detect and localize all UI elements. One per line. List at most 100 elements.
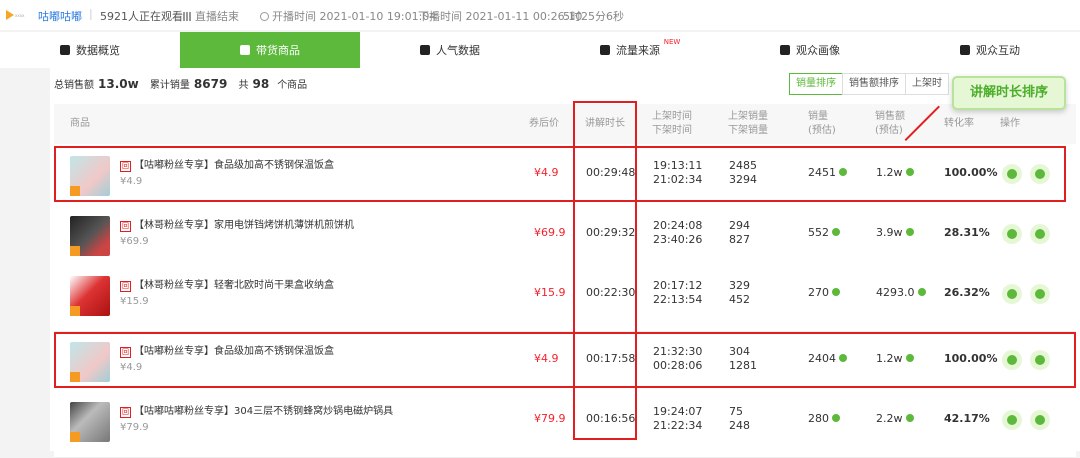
streamer-name[interactable]: 咕嘟咕嘟 bbox=[38, 8, 82, 24]
detail-icon[interactable] bbox=[1002, 224, 1022, 244]
conversion-rate: 28.31% bbox=[944, 226, 990, 239]
product-thumbnail[interactable] bbox=[70, 402, 110, 442]
sort-by-listing-time-button[interactable]: 上架时 bbox=[905, 73, 949, 95]
time-off: 22:13:54 bbox=[653, 293, 703, 306]
volume-off: 827 bbox=[729, 233, 750, 246]
volume-off: 452 bbox=[729, 293, 750, 306]
coupon-price: ¥4.9 bbox=[534, 166, 559, 179]
table-row: 回【咕嘟粉丝专享】食品级加高不锈钢保温饭盒 ¥4.9 ¥4.9 00:17:58 21:… bbox=[54, 332, 1076, 398]
header-volume-off: 下架销量 bbox=[728, 125, 768, 136]
separator: | bbox=[89, 7, 93, 20]
sales-amount-value: 1.2w bbox=[876, 166, 903, 179]
product-title-text: 【咕嘟粉丝专享】食品级加高不锈钢保温饭盒 bbox=[134, 346, 334, 357]
product-title[interactable]: 回【林哥粉丝专享】家用电饼铛烤饼机薄饼机煎饼机 bbox=[120, 216, 354, 232]
store-badge-icon: 回 bbox=[120, 281, 131, 292]
product-title[interactable]: 回【咕嘟粉丝专享】食品级加高不锈钢保温饭盒 bbox=[120, 156, 334, 172]
tab-popularity[interactable]: 人气数据 bbox=[360, 32, 540, 68]
table-row: 回【林哥粉丝专享】轻奢北欧时尚干果盒收纳盒 ¥15.9 ¥15.9 00:22:30 2… bbox=[54, 266, 1076, 332]
tab-audience-profile[interactable]: 观众画像 bbox=[720, 32, 900, 68]
coupon-price: ¥69.9 bbox=[534, 226, 566, 239]
explain-duration: 00:16:56 bbox=[586, 412, 636, 425]
product-thumbnail[interactable] bbox=[70, 342, 110, 382]
sales-summary: 总销售额 13.0w 累计销量 8679 共 98 个商品 bbox=[54, 76, 307, 91]
flow-icon bbox=[600, 45, 610, 55]
volume-on: 329 bbox=[729, 279, 750, 292]
time-on: 19:24:07 bbox=[653, 405, 703, 418]
tab-products[interactable]: 带货商品 bbox=[180, 32, 360, 68]
tab-overview[interactable]: 数据概览 bbox=[0, 32, 180, 68]
sales-value: 13.0w bbox=[98, 77, 139, 91]
detail-icon[interactable] bbox=[1002, 164, 1022, 184]
product-list-price: ¥69.9 bbox=[120, 236, 149, 247]
cart-icon[interactable] bbox=[1030, 224, 1050, 244]
sales-amount: 1.2w bbox=[876, 166, 914, 179]
header-time-on: 上架时间 bbox=[652, 111, 692, 122]
table-row: 回【林哥粉丝专享】家用电饼铛烤饼机薄饼机煎饼机 ¥69.9 ¥69.9 00:29:3… bbox=[54, 206, 1076, 272]
product-list-price: ¥4.9 bbox=[120, 176, 143, 187]
header-conversion: 转化率 bbox=[944, 118, 974, 129]
product-thumbnail[interactable] bbox=[70, 216, 110, 256]
live-status-label: 直播结束 bbox=[195, 10, 239, 23]
tab-audience-interaction[interactable]: 观众互动 bbox=[900, 32, 1080, 68]
header-volume-on: 上架销量 bbox=[728, 111, 768, 122]
volume-off: 248 bbox=[729, 419, 750, 432]
store-badge-icon: 回 bbox=[120, 221, 131, 232]
check-icon bbox=[832, 414, 840, 422]
live-status: 直播结束 bbox=[183, 8, 239, 24]
coupon-price: ¥4.9 bbox=[534, 352, 559, 365]
volume-on: 294 bbox=[729, 219, 750, 232]
end-time: 下播时间 2021-01-11 00:26:10 bbox=[418, 10, 583, 23]
product-thumbnail[interactable] bbox=[70, 276, 110, 316]
coupon-price: ¥15.9 bbox=[534, 286, 566, 299]
sort-by-explain-duration-callout[interactable]: 讲解时长排序 bbox=[952, 76, 1066, 110]
volume-on: 2485 bbox=[729, 159, 757, 172]
detail-icon[interactable] bbox=[1002, 410, 1022, 430]
check-icon bbox=[905, 354, 914, 362]
cart-icon[interactable] bbox=[1030, 350, 1050, 370]
product-thumbnail[interactable] bbox=[70, 156, 110, 196]
check-icon bbox=[832, 288, 840, 296]
sales-volume-value: 552 bbox=[808, 226, 829, 239]
header-sales-note: (预估) bbox=[808, 125, 836, 136]
tab-traffic[interactable]: 流量来源 NEW bbox=[540, 32, 720, 68]
volume-on: 304 bbox=[729, 345, 750, 358]
header-time-off: 下架时间 bbox=[652, 125, 692, 136]
sales-amount: 3.9w bbox=[876, 226, 914, 239]
hot-icon bbox=[70, 246, 80, 256]
cart-icon[interactable] bbox=[1030, 164, 1050, 184]
sort-by-amount-button[interactable]: 销售额排序 bbox=[842, 73, 906, 95]
product-title-text: 【咕嘟咕嘟粉丝专享】304三层不锈钢蜂窝炒锅电磁炉锅具 bbox=[134, 406, 394, 417]
detail-icon[interactable] bbox=[1002, 350, 1022, 370]
sort-buttons: 销量排序 销售额排序 上架时 bbox=[789, 73, 949, 95]
logo: xxxx bbox=[6, 10, 28, 20]
hot-icon bbox=[70, 186, 80, 196]
header-ops: 操作 bbox=[1000, 118, 1020, 129]
sort-by-volume-button[interactable]: 销量排序 bbox=[789, 73, 843, 95]
sales-volume-value: 2404 bbox=[808, 352, 836, 365]
sales-volume: 270 bbox=[808, 286, 840, 299]
product-title[interactable]: 回【咕嘟咕嘟粉丝专享】304三层不锈钢蜂窝炒锅电磁炉锅具 bbox=[120, 402, 393, 418]
cart-icon[interactable] bbox=[1030, 410, 1050, 430]
hot-icon bbox=[70, 372, 80, 382]
cart-icon[interactable] bbox=[1030, 284, 1050, 304]
product-title-text: 【咕嘟粉丝专享】食品级加高不锈钢保温饭盒 bbox=[134, 160, 334, 171]
interaction-icon bbox=[960, 45, 970, 55]
header-product: 商品 bbox=[70, 118, 90, 129]
product-title[interactable]: 回【咕嘟粉丝专享】食品级加高不锈钢保温饭盒 bbox=[120, 342, 334, 358]
sales-amount: 4293.0 bbox=[876, 286, 926, 299]
time-on: 20:17:12 bbox=[653, 279, 703, 292]
sales-amount-value: 3.9w bbox=[876, 226, 903, 239]
viewer-count: 5921人正在观看 bbox=[100, 10, 183, 23]
volume-off: 3294 bbox=[729, 173, 757, 186]
volume-value: 8679 bbox=[193, 77, 228, 91]
product-title[interactable]: 回【林哥粉丝专享】轻奢北欧时尚干果盒收纳盒 bbox=[120, 276, 334, 292]
detail-icon[interactable] bbox=[1002, 284, 1022, 304]
volume-on: 75 bbox=[729, 405, 743, 418]
explain-duration: 00:29:48 bbox=[586, 166, 636, 179]
bar-chart-icon bbox=[60, 45, 70, 55]
conversion-rate: 100.00% bbox=[944, 166, 998, 179]
time-on: 21:32:30 bbox=[653, 345, 703, 358]
check-icon bbox=[832, 228, 840, 236]
check-icon bbox=[839, 168, 847, 176]
header-explain-duration[interactable]: 讲解时长 bbox=[585, 118, 625, 130]
